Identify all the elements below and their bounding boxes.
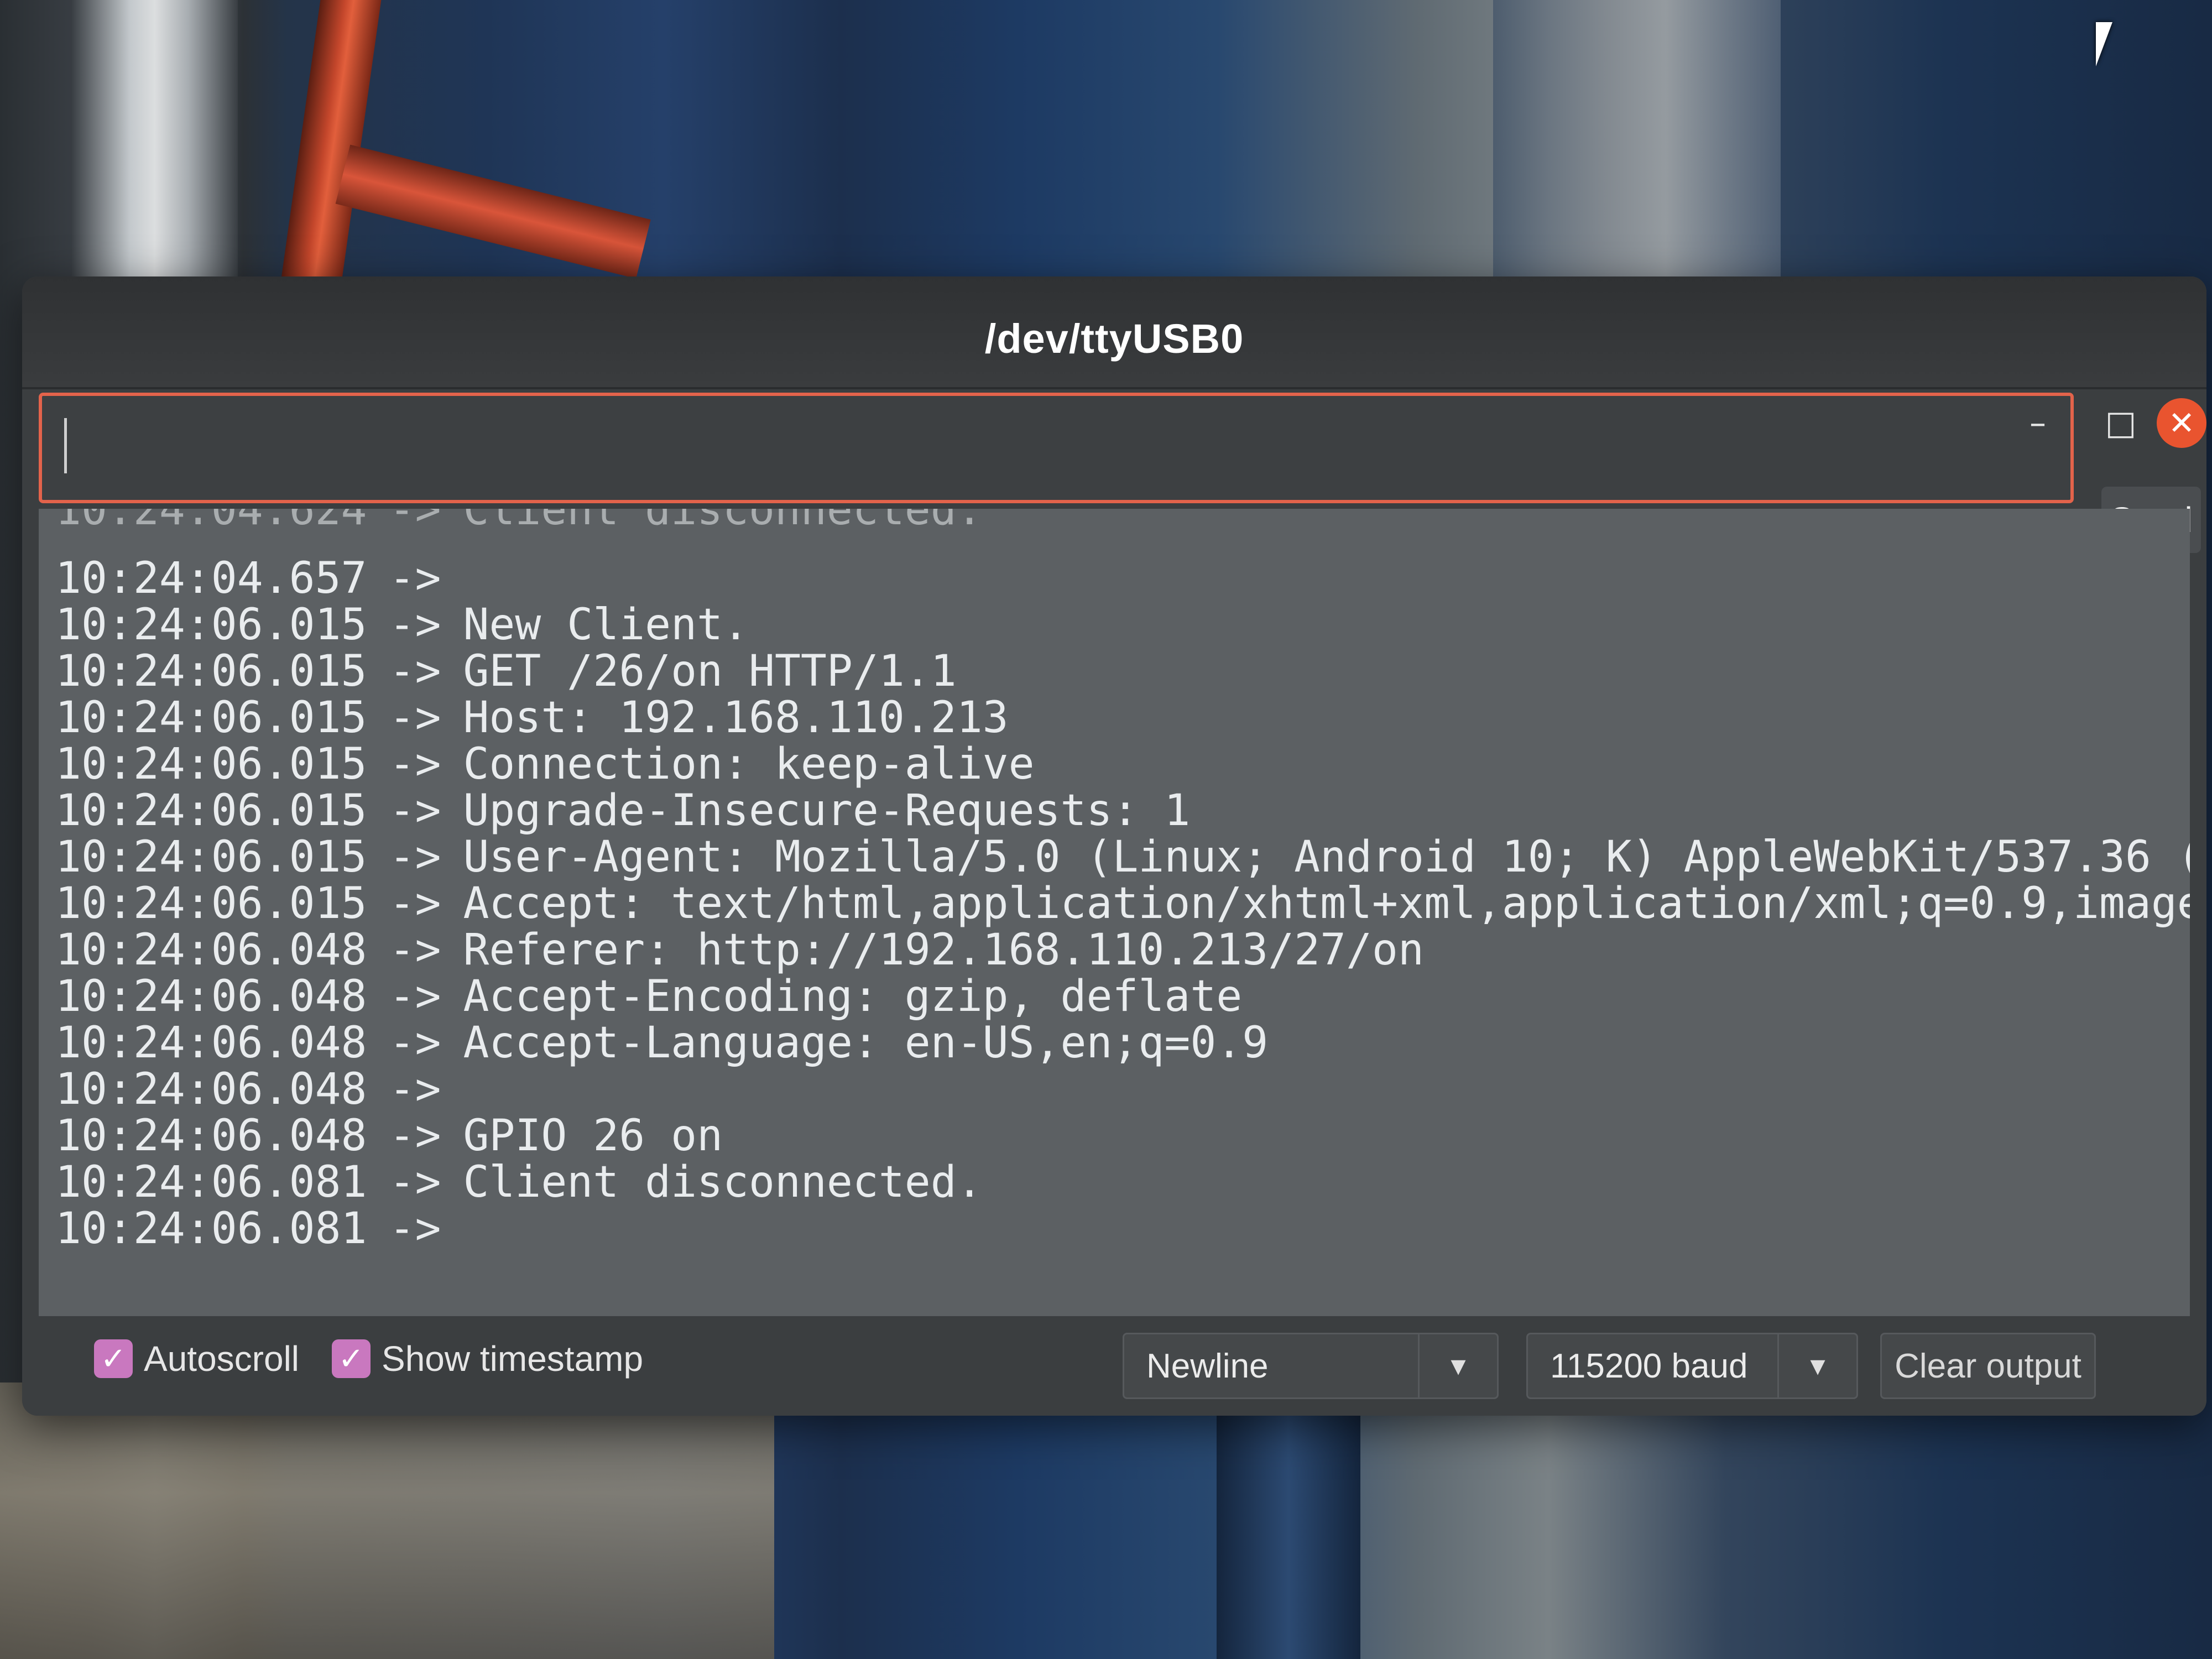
log-line: 10:24:06.081 -> Client disconnected. [55, 1159, 2190, 1206]
log-line: 10:24:06.081 -> [55, 1206, 2190, 1252]
log-timestamp: 10:24:06.048 [55, 1111, 367, 1161]
checkmark-icon[interactable]: ✓ [332, 1339, 371, 1378]
mouse-pointer-icon [2096, 22, 2112, 66]
checkmark-icon[interactable]: ✓ [94, 1339, 133, 1378]
log-message: Client disconnected. [463, 1157, 983, 1207]
log-message: Connection: keep-alive [463, 739, 1035, 789]
log-line: 10:24:06.015 -> GET /26/on HTTP/1.1 [55, 648, 2190, 695]
log-message: User-Agent: Mozilla/5.0 (Linux; Android … [463, 832, 2190, 882]
serial-monitor-window: /dev/ttyUSB0 – □ ✕ Send 10:24:04.624->Cl… [22, 276, 2206, 1416]
log-timestamp: 10:24:06.081 [55, 1157, 367, 1207]
background-light-fixture [72, 0, 238, 310]
log-timestamp: 10:24:06.015 [55, 879, 367, 928]
log-message: Referer: http://192.168.110.213/27/on [463, 925, 1424, 975]
text-caret [64, 418, 67, 473]
log-arrow: -> [389, 786, 441, 836]
minimize-icon[interactable]: – [2013, 398, 2063, 448]
background-pillar [1217, 1405, 1360, 1659]
log-timestamp: 10:24:06.015 [55, 786, 367, 836]
log-line: 10:24:04.657 -> [55, 555, 2190, 602]
log-arrow: -> [389, 832, 441, 882]
log-timestamp: 10:24:06.015 [55, 693, 367, 743]
log-timestamp: 10:24:06.015 [55, 832, 367, 882]
show-timestamp-label: Show timestamp [382, 1339, 644, 1379]
serial-output-area[interactable]: 10:24:04.624 -> Client disconnected. 10:24:… [39, 509, 2190, 1416]
log-timestamp: 10:24:06.015 [55, 646, 367, 696]
log-arrow: -> [389, 509, 441, 535]
line-ending-select[interactable]: Newline ▼ [1123, 1333, 1499, 1399]
log-arrow: -> [389, 925, 441, 975]
monitor-footer: ✓ Autoscroll ✓ Show timestamp Newline ▼ … [22, 1316, 2206, 1416]
maximize-icon[interactable]: □ [2096, 398, 2146, 448]
log-arrow: -> [389, 739, 441, 789]
line-ending-value: Newline [1146, 1347, 1269, 1385]
serial-log: 10:24:04.624 -> Client disconnected. 10:24:… [55, 509, 2190, 1252]
log-arrow: -> [389, 972, 441, 1021]
log-line: 10:24:06.015 -> Accept: text/html,applicat… [55, 880, 2190, 927]
log-line: 10:24:06.048 -> Accept-Encoding: gzip, def… [55, 973, 2190, 1020]
log-message: New Client. [463, 600, 749, 650]
title-bar[interactable]: /dev/ttyUSB0 [22, 276, 2206, 389]
log-line: 10:24:06.048 -> Accept-Language: en-US,en;… [55, 1020, 2190, 1066]
log-timestamp: 10:24:04.624 [55, 509, 367, 535]
window-title: /dev/ttyUSB0 [984, 316, 1244, 362]
log-line: 10:24:04.624 -> Client disconnected. [55, 509, 2190, 533]
log-arrow: -> [389, 1018, 441, 1068]
log-message: GET /26/on HTTP/1.1 [463, 646, 957, 696]
log-arrow: -> [389, 1157, 441, 1207]
clear-output-button[interactable]: Clear output [1880, 1333, 2096, 1399]
log-line: 10:24:06.015 -> Host: 192.168.110.213 [55, 695, 2190, 741]
log-line: 10:24:06.048 -> GPIO 26 on [55, 1113, 2190, 1159]
log-line: 10:24:06.015 -> New Client. [55, 602, 2190, 648]
log-message: Accept: text/html,application/xhtml+xml,… [463, 879, 2190, 928]
autoscroll-checkbox[interactable]: ✓ Autoscroll [94, 1338, 299, 1379]
log-message: Client disconnected. [463, 509, 983, 535]
log-arrow: -> [389, 879, 441, 928]
log-line: 10:24:06.048 -> [55, 1066, 2190, 1113]
log-arrow: -> [389, 554, 441, 603]
show-timestamp-checkbox[interactable]: ✓ Show timestamp [332, 1338, 643, 1379]
log-arrow: -> [389, 646, 441, 696]
log-arrow: -> [389, 693, 441, 743]
chevron-down-icon[interactable]: ▼ [1418, 1334, 1497, 1397]
log-line: 10:24:06.048 -> Referer: http://192.168.11… [55, 927, 2190, 973]
log-message: Accept-Language: en-US,en;q=0.9 [463, 1018, 1269, 1068]
log-timestamp: 10:24:06.015 [55, 600, 367, 650]
log-message: Upgrade-Insecure-Requests: 1 [463, 786, 1191, 836]
log-timestamp: 10:24:06.048 [55, 972, 367, 1021]
log-timestamp: 10:24:06.048 [55, 1018, 367, 1068]
serial-send-input[interactable] [39, 393, 2074, 503]
log-arrow: -> [389, 1065, 441, 1114]
baud-rate-value: 115200 baud [1550, 1347, 1748, 1385]
background-floor [0, 1383, 774, 1659]
log-line: 10:24:06.015 -> User-Agent: Mozilla/5.0 (L… [55, 834, 2190, 880]
log-timestamp: 10:24:04.657 [55, 554, 367, 603]
close-icon[interactable]: ✕ [2157, 398, 2206, 448]
log-arrow: -> [389, 600, 441, 650]
log-line: 10:24:06.015 -> Upgrade-Insecure-Requests:… [55, 787, 2190, 834]
log-timestamp: 10:24:06.048 [55, 1065, 367, 1114]
log-message: GPIO 26 on [463, 1111, 723, 1161]
log-timestamp: 10:24:06.081 [55, 1204, 367, 1254]
log-message: Accept-Encoding: gzip, deflate [463, 972, 1243, 1021]
log-line: 10:24:06.015 -> Connection: keep-alive [55, 741, 2190, 787]
log-arrow: -> [389, 1111, 441, 1161]
chevron-down-icon[interactable]: ▼ [1777, 1334, 1856, 1397]
log-message: Host: 192.168.110.213 [463, 693, 1009, 743]
baud-rate-select[interactable]: 115200 baud ▼ [1526, 1333, 1858, 1399]
log-timestamp: 10:24:06.015 [55, 739, 367, 789]
log-arrow: -> [389, 1204, 441, 1254]
log-timestamp: 10:24:06.048 [55, 925, 367, 975]
autoscroll-label: Autoscroll [144, 1339, 299, 1379]
